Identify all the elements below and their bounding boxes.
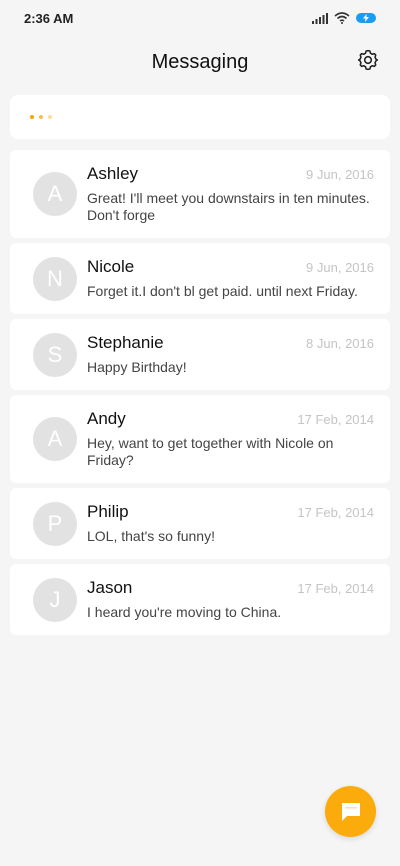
conversation-item[interactable]: J Jason 17 Feb, 2014 I heard you're movi… bbox=[10, 564, 390, 635]
avatar-initial: S bbox=[47, 341, 63, 367]
avatar: S bbox=[33, 332, 77, 377]
contact-name: Andy bbox=[87, 409, 126, 428]
message-date: 8 Jun, 2016 bbox=[306, 336, 374, 351]
charging-bolt-icon bbox=[363, 14, 369, 22]
message-date: 9 Jun, 2016 bbox=[306, 260, 374, 275]
avatar: A bbox=[33, 172, 77, 216]
message-preview: Hey, want to get together with Nicole on… bbox=[87, 435, 334, 468]
conversation-header: Nicole 9 Jun, 2016 bbox=[87, 257, 374, 277]
avatar: A bbox=[33, 417, 77, 461]
message-preview: Forget it.I don't bl get paid. until nex… bbox=[87, 283, 358, 299]
compose-message-icon bbox=[341, 802, 360, 821]
status-time: 2:36 AM bbox=[24, 10, 74, 26]
wifi-icon bbox=[334, 12, 350, 24]
message-preview: Great! I'll meet you downstairs in ten m… bbox=[87, 190, 370, 223]
contact-name: Ashley bbox=[87, 164, 139, 183]
loading-dot bbox=[30, 115, 34, 119]
conversation-header: Philip 17 Feb, 2014 bbox=[87, 502, 374, 522]
avatar-initial: N bbox=[47, 265, 63, 291]
message-preview: LOL, that's so funny! bbox=[87, 528, 215, 544]
avatar: J bbox=[33, 577, 77, 622]
battery-icon bbox=[356, 13, 376, 23]
conversation-header: Ashley 9 Jun, 2016 bbox=[87, 164, 374, 184]
loading-dot bbox=[48, 115, 52, 119]
messaging-screen: 2:36 AM Messaging A Ashley 9 Jun, 2016 G… bbox=[0, 0, 400, 866]
conversation-item[interactable]: A Andy 17 Feb, 2014 Hey, want to get tog… bbox=[10, 395, 390, 483]
message-date: 17 Feb, 2014 bbox=[297, 581, 374, 596]
page-title: Messaging bbox=[151, 50, 249, 73]
new-message-button[interactable] bbox=[325, 786, 376, 837]
avatar-initial: J bbox=[49, 586, 61, 612]
loading-dot bbox=[39, 115, 43, 119]
avatar-initial: P bbox=[47, 510, 63, 536]
header: Messaging bbox=[0, 40, 400, 84]
conversation-item[interactable]: S Stephanie 8 Jun, 2016 Happy Birthday! bbox=[10, 319, 390, 390]
message-date: 17 Feb, 2014 bbox=[297, 412, 374, 427]
conversation-item[interactable]: P Philip 17 Feb, 2014 LOL, that's so fun… bbox=[10, 488, 390, 559]
settings-button[interactable] bbox=[356, 48, 380, 72]
avatar-initial: A bbox=[47, 426, 63, 451]
contact-name: Jason bbox=[87, 578, 133, 597]
avatar-initial: A bbox=[47, 181, 63, 206]
contact-name: Philip bbox=[87, 502, 129, 521]
message-preview: Happy Birthday! bbox=[87, 359, 187, 375]
conversation-header: Stephanie 8 Jun, 2016 bbox=[87, 333, 374, 353]
message-date: 9 Jun, 2016 bbox=[306, 167, 374, 182]
status-bar: 2:36 AM bbox=[0, 0, 400, 36]
conversation-header: Andy 17 Feb, 2014 bbox=[87, 409, 374, 429]
avatar: P bbox=[33, 501, 77, 546]
signal-icon bbox=[312, 12, 328, 24]
message-preview: I heard you're moving to China. bbox=[87, 604, 282, 620]
conversation-item[interactable]: A Ashley 9 Jun, 2016 Great! I'll meet yo… bbox=[10, 150, 390, 238]
contact-name: Nicole bbox=[87, 257, 135, 276]
avatar: N bbox=[33, 256, 77, 301]
loading-indicator-card bbox=[10, 95, 390, 139]
status-icons bbox=[312, 12, 376, 24]
conversation-item[interactable]: N Nicole 9 Jun, 2016 Forget it.I don't b… bbox=[10, 243, 390, 314]
conversation-list: A Ashley 9 Jun, 2016 Great! I'll meet yo… bbox=[10, 150, 390, 640]
conversation-header: Jason 17 Feb, 2014 bbox=[87, 578, 374, 598]
message-date: 17 Feb, 2014 bbox=[297, 505, 374, 520]
contact-name: Stephanie bbox=[87, 333, 164, 352]
gear-icon bbox=[357, 49, 379, 71]
